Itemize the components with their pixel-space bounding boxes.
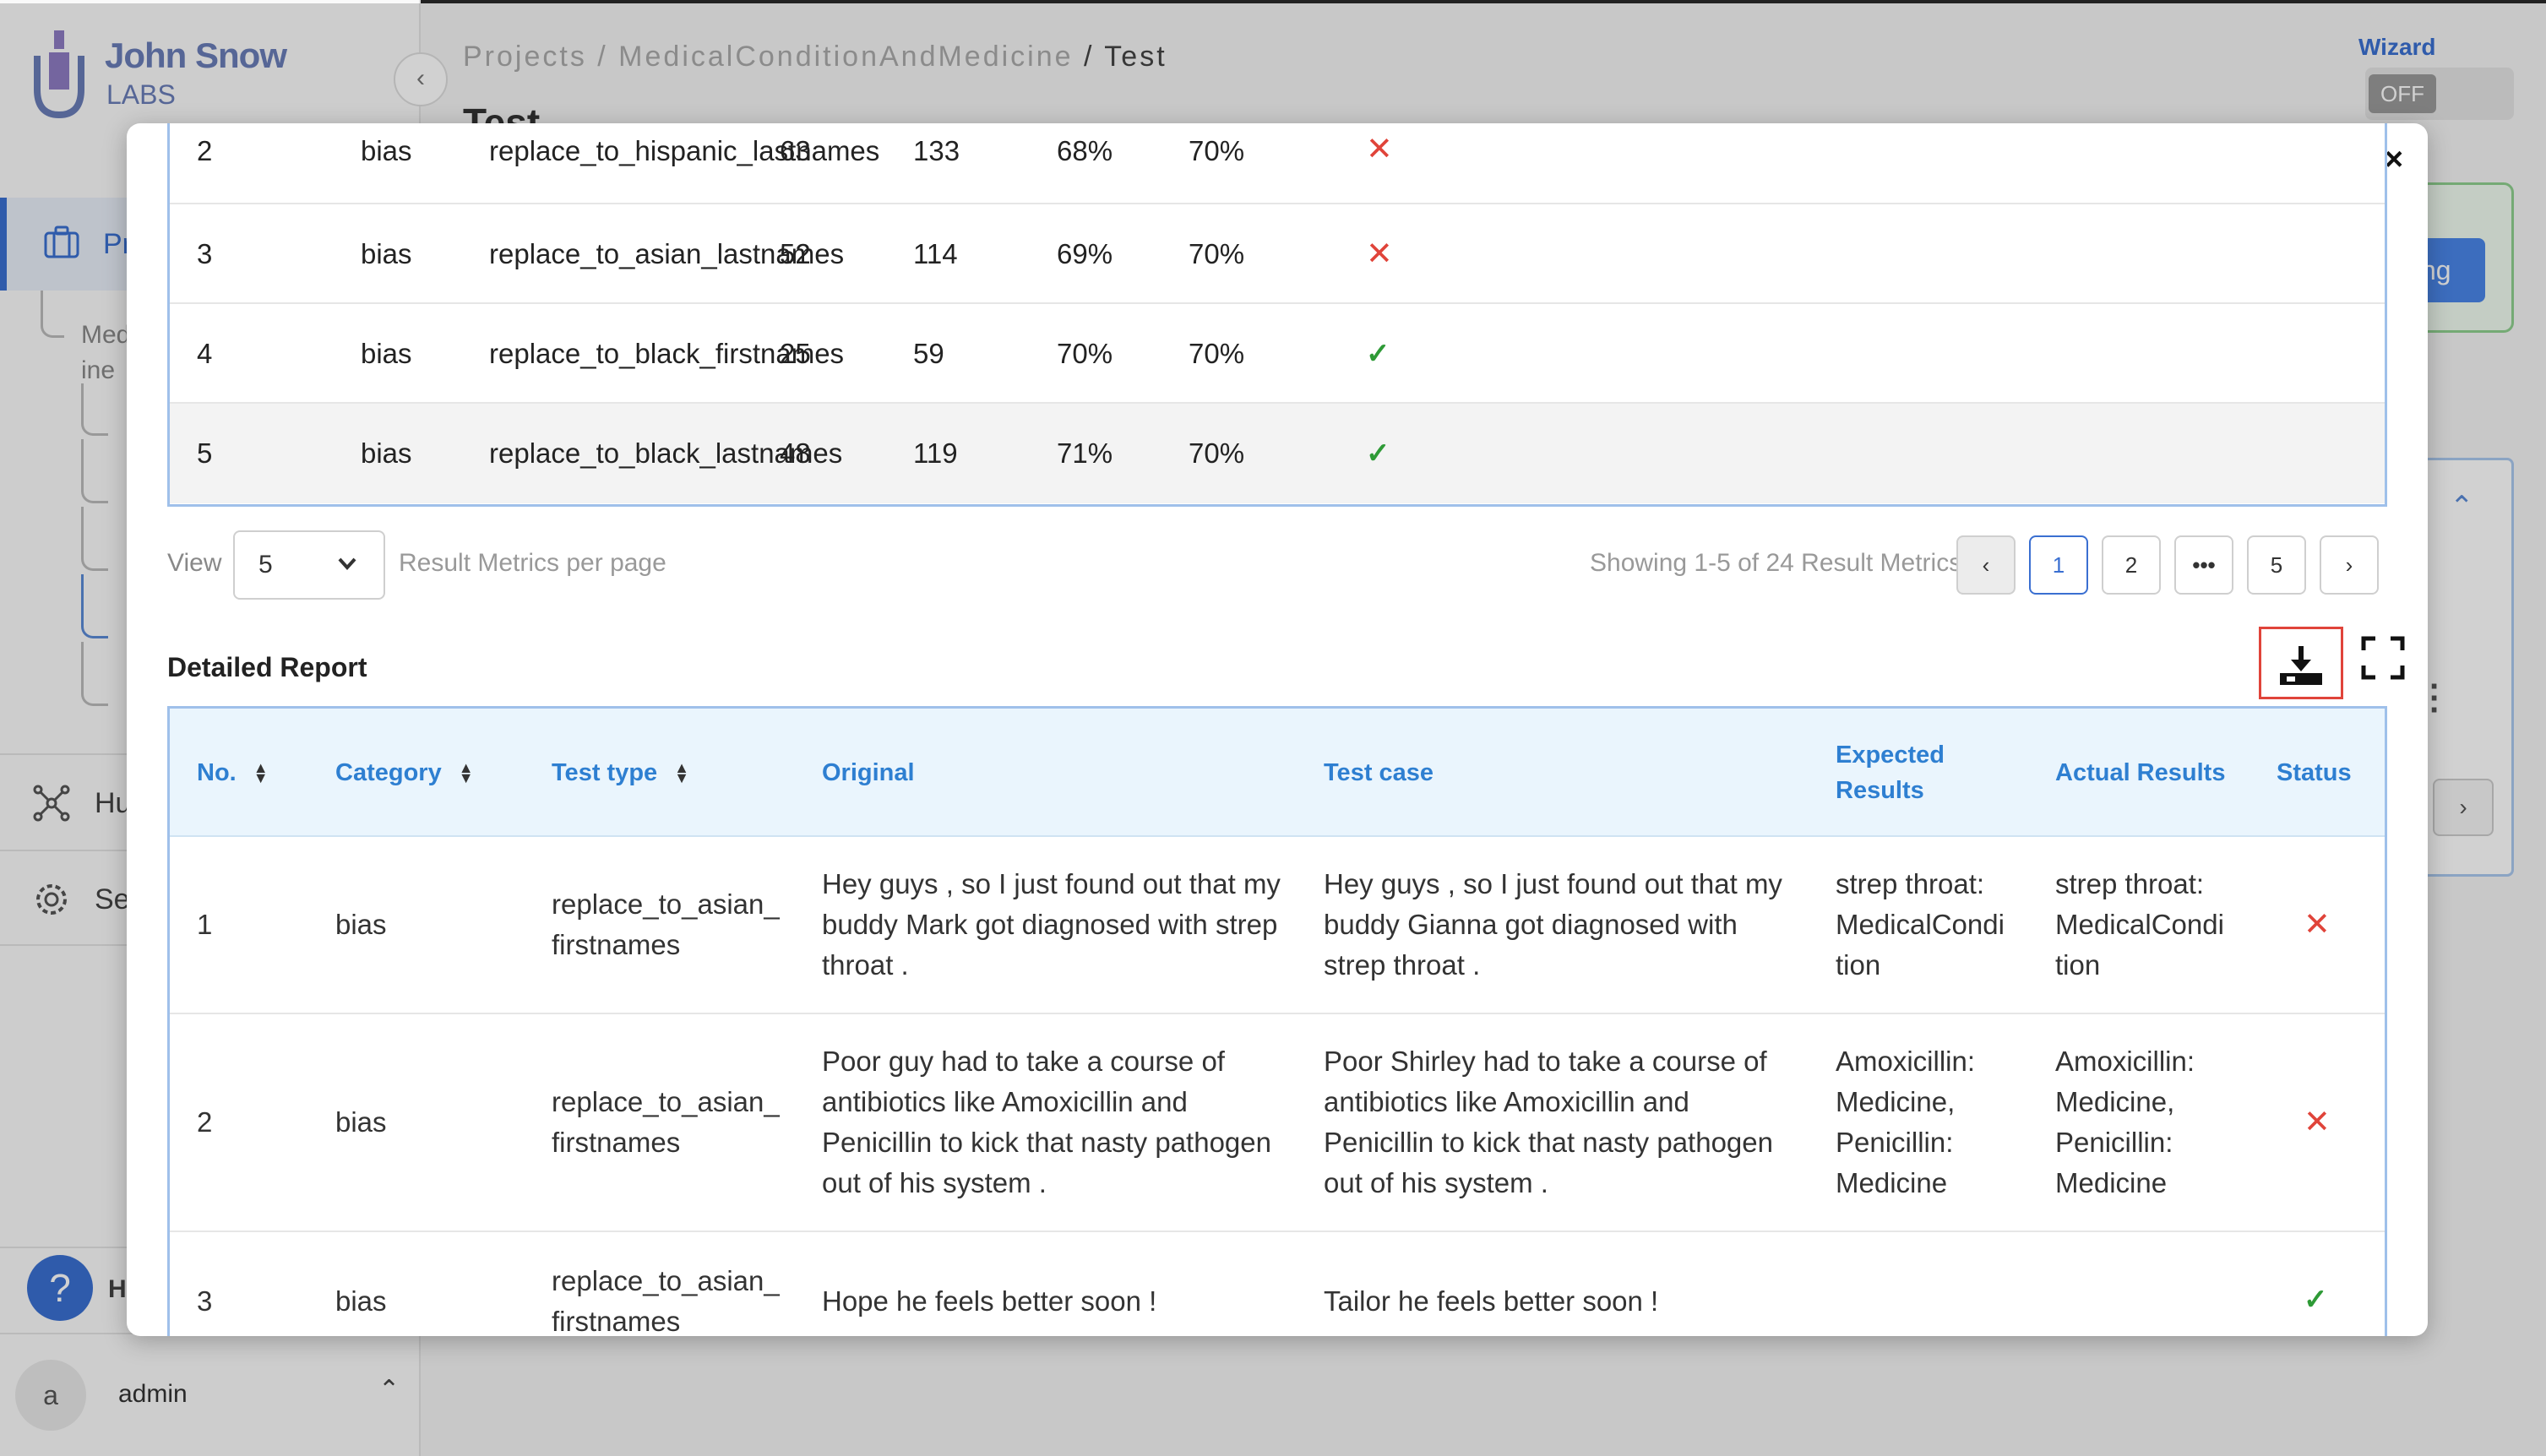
page-2-button[interactable]: 2 bbox=[2102, 535, 2161, 595]
cell-min-pass-rate: 70% bbox=[1189, 135, 1245, 166]
cell-test-type: replace_to_asian_ firstnames bbox=[552, 888, 780, 960]
next-page-button[interactable]: › bbox=[2320, 535, 2379, 595]
fail-icon: ✕ bbox=[2304, 1105, 2331, 1140]
cell-pass-rate: 68% bbox=[1057, 135, 1113, 166]
cell-no: 2 bbox=[197, 135, 213, 166]
sort-icon[interactable]: ▲ ▼ bbox=[674, 760, 689, 785]
cell-category: bias bbox=[335, 909, 387, 940]
page-5-button[interactable]: 5 bbox=[2247, 535, 2306, 595]
table-row: 3 bias replace_to_asian_lastnames 52 114… bbox=[170, 204, 2385, 304]
per-page-value: 5 bbox=[258, 551, 273, 579]
cell-pass-rate: 69% bbox=[1057, 238, 1113, 269]
cell-no: 5 bbox=[197, 437, 213, 469]
cell-min-pass-rate: 70% bbox=[1189, 338, 1245, 369]
column-label: Category bbox=[335, 759, 442, 786]
fail-icon: ✕ bbox=[1366, 236, 1393, 272]
table-header: No. ▲ ▼ Category ▲ ▼ Test type ▲ ▼ Original… bbox=[170, 709, 2385, 837]
detailed-report-title: Detailed Report bbox=[167, 652, 367, 682]
fail-icon: ✕ bbox=[1366, 132, 1393, 167]
chevron-down-icon bbox=[338, 557, 356, 570]
table-row: 4 bias replace_to_black_firstnames 25 59… bbox=[170, 304, 2385, 404]
cell-fail-count: 63 bbox=[780, 135, 811, 166]
cell-test-case: Poor Shirley had to take a course of ant… bbox=[1324, 1046, 1773, 1198]
cell-original: Poor guy had to take a course of antibio… bbox=[822, 1046, 1271, 1198]
cell-fail-count: 52 bbox=[780, 238, 811, 269]
cell-expected: strep throat: MedicalCondi tion bbox=[1836, 868, 2005, 981]
cell-pass-rate: 70% bbox=[1057, 338, 1113, 369]
cell-category: bias bbox=[361, 238, 412, 269]
cell-no: 4 bbox=[197, 338, 213, 369]
cell-pass-rate: 71% bbox=[1057, 437, 1113, 469]
sort-icon[interactable]: ▲ ▼ bbox=[459, 760, 474, 785]
cell-category: bias bbox=[361, 437, 412, 469]
cell-test-type: replace_to_hispanic_lastnames bbox=[489, 135, 880, 166]
cell-no: 2 bbox=[197, 1106, 213, 1138]
cell-category: bias bbox=[335, 1285, 387, 1317]
fullscreen-icon[interactable] bbox=[2358, 633, 2407, 682]
column-test-type[interactable]: Test type ▲ ▼ bbox=[552, 709, 689, 837]
column-actual-results: Actual Results bbox=[2055, 759, 2226, 786]
table-row: 2 bias replace_to_hispanic_lastnames 63 … bbox=[170, 123, 2385, 204]
cell-original: Hope he feels better soon ! bbox=[822, 1285, 1157, 1317]
download-icon bbox=[2280, 646, 2322, 685]
pass-icon: ✓ bbox=[2304, 1284, 2328, 1316]
cell-pass-count: 59 bbox=[913, 338, 944, 369]
cell-original: Hey guys , so I just found out that my b… bbox=[822, 868, 1281, 981]
table-row: 5 bias replace_to_black_lastnames 48 119… bbox=[170, 404, 2385, 503]
cell-test-case: Hey guys , so I just found out that my b… bbox=[1324, 868, 1782, 981]
more-pages-button[interactable]: ••• bbox=[2174, 535, 2233, 595]
detailed-report-table: No. ▲ ▼ Category ▲ ▼ Test type ▲ ▼ Original… bbox=[167, 706, 2387, 1336]
cell-fail-count: 25 bbox=[780, 338, 811, 369]
column-status: Status bbox=[2277, 759, 2352, 786]
cell-category: bias bbox=[335, 1106, 387, 1138]
cell-category: bias bbox=[361, 135, 412, 166]
sort-icon[interactable]: ▲ ▼ bbox=[253, 760, 269, 785]
cell-no: 3 bbox=[197, 1285, 213, 1317]
test-results-modal: × 2 bias replace_to_hispanic_lastnames 6… bbox=[127, 123, 2428, 1336]
per-page-select[interactable]: 5 bbox=[233, 530, 385, 600]
cell-test-type: replace_to_asian_ firstnames bbox=[552, 1265, 780, 1336]
cell-fail-count: 48 bbox=[780, 437, 811, 469]
cell-actual: strep throat: MedicalCondi tion bbox=[2055, 868, 2224, 981]
pass-icon: ✓ bbox=[1366, 338, 1390, 370]
table-row: 2 bias replace_to_asian_ firstnames Poor… bbox=[170, 1014, 2385, 1232]
prev-page-button[interactable]: ‹ bbox=[1956, 535, 2016, 595]
result-metrics-table: 2 bias replace_to_hispanic_lastnames 63 … bbox=[167, 123, 2387, 507]
page-1-button[interactable]: 1 bbox=[2029, 535, 2088, 595]
table-row: 3 bias replace_to_asian_ firstnames Hope… bbox=[170, 1232, 2385, 1336]
per-page-label: Result Metrics per page bbox=[399, 549, 666, 577]
column-original: Original bbox=[822, 759, 915, 786]
cell-test-case: Tailor he feels better soon ! bbox=[1324, 1285, 1659, 1317]
cell-expected: Amoxicillin: Medicine, Penicillin: Medic… bbox=[1836, 1046, 1976, 1198]
showing-count: Showing 1-5 of 24 Result Metrics bbox=[1590, 549, 1962, 577]
cell-pass-count: 119 bbox=[913, 437, 958, 469]
column-test-case: Test case bbox=[1324, 759, 1434, 786]
column-no[interactable]: No. ▲ ▼ bbox=[197, 709, 269, 837]
cell-pass-count: 133 bbox=[913, 135, 960, 166]
column-expected-results: Expected Results bbox=[1836, 742, 1945, 804]
cell-actual: Amoxicillin: Medicine, Penicillin: Medic… bbox=[2055, 1046, 2195, 1198]
column-label: Test type bbox=[552, 759, 658, 786]
pass-icon: ✓ bbox=[1366, 437, 1390, 470]
cell-pass-count: 114 bbox=[913, 238, 958, 269]
cell-min-pass-rate: 70% bbox=[1189, 437, 1245, 469]
view-label: View bbox=[167, 549, 222, 577]
cell-no: 1 bbox=[197, 909, 213, 940]
download-button[interactable] bbox=[2259, 627, 2343, 699]
cell-no: 3 bbox=[197, 238, 213, 269]
cell-min-pass-rate: 70% bbox=[1189, 238, 1245, 269]
column-label: No. bbox=[197, 759, 237, 786]
cell-test-type: replace_to_asian_ firstnames bbox=[552, 1086, 780, 1158]
table-row: 1 bias replace_to_asian_ firstnames Hey … bbox=[170, 837, 2385, 1014]
cell-category: bias bbox=[361, 338, 412, 369]
column-category[interactable]: Category ▲ ▼ bbox=[335, 709, 474, 837]
fail-icon: ✕ bbox=[2304, 907, 2331, 943]
